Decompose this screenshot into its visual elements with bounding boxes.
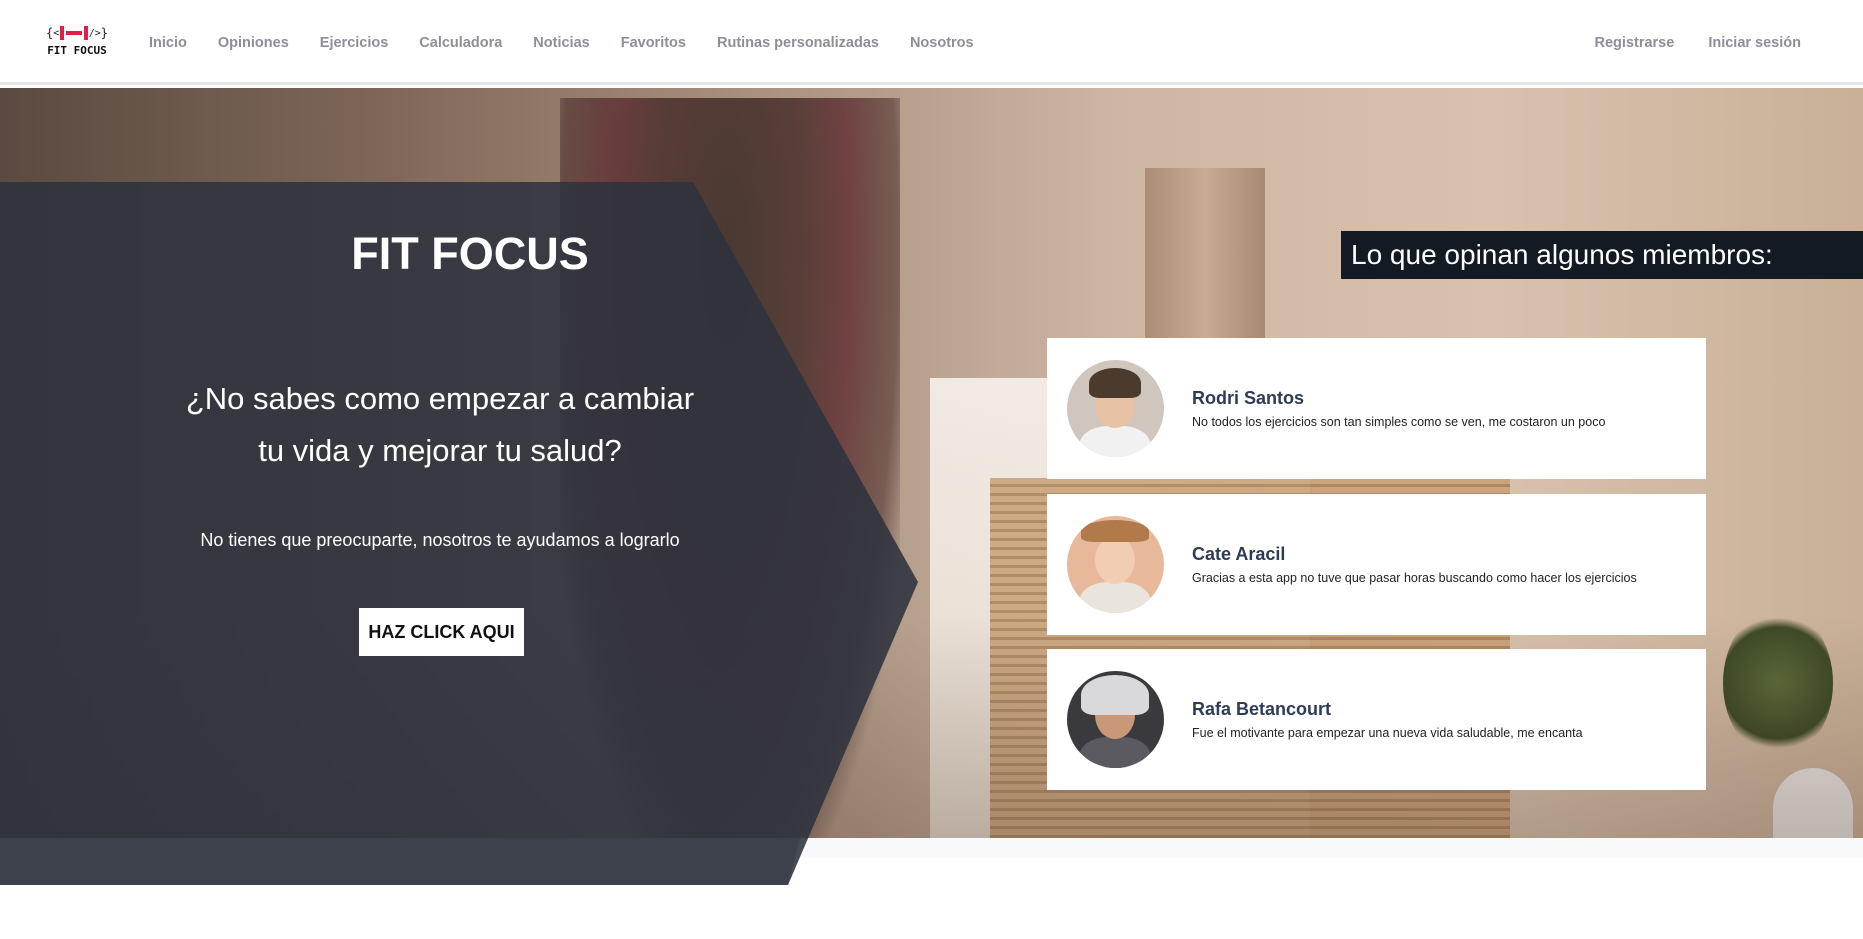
hero-title: FIT FOCUS (351, 228, 589, 279)
reviewer-name: Cate Aracil (1192, 544, 1286, 564)
auth-nav: Registrarse Iniciar sesión (1561, 0, 1801, 85)
hero-dark-footer (0, 838, 800, 885)
nav-inicio[interactable]: Inicio (149, 35, 187, 51)
nav-favoritos[interactable]: Favoritos (621, 35, 686, 51)
login-link[interactable]: Iniciar sesión (1708, 35, 1801, 51)
avatar (1067, 671, 1164, 768)
avatar (1067, 516, 1164, 613)
main-nav: Inicio Opiniones Ejercicios Calculadora … (149, 0, 1005, 85)
hero-question-line2: tu vida y mejorar tu salud? (258, 433, 622, 468)
review-text: Rafa Betancourt Fue el motivante para em… (1192, 699, 1583, 740)
reviewer-name: Rafa Betancourt (1192, 699, 1332, 719)
hero-question: ¿No sabes como empezar a cambiar tu vida… (140, 373, 740, 477)
opinions-title: Lo que opinan algunos miembros: (1341, 231, 1863, 279)
review-comment: Gracias a esta app no tuve que pasar hor… (1192, 571, 1637, 585)
logo-text: FIT FOCUS (47, 44, 107, 57)
nav-calculadora[interactable]: Calculadora (419, 35, 502, 51)
nav-opiniones[interactable]: Opiniones (218, 35, 289, 51)
reviewer-name: Rodri Santos (1192, 388, 1305, 408)
hero-question-line1: ¿No sabes como empezar a cambiar (185, 381, 695, 416)
cta-button[interactable]: HAZ CLICK AQUI (359, 608, 524, 656)
review-card: Cate Aracil Gracias a esta app no tuve q… (1047, 494, 1706, 635)
nav-rutinas-personalizadas[interactable]: Rutinas personalizadas (717, 35, 879, 51)
review-card: Rafa Betancourt Fue el motivante para em… (1047, 649, 1706, 790)
review-text: Rodri Santos No todos los ejercicios son… (1192, 388, 1605, 429)
review-comment: No todos los ejercicios son tan simples … (1192, 415, 1606, 429)
review-text: Cate Aracil Gracias a esta app no tuve q… (1192, 544, 1637, 585)
hero-subtitle: No tienes que preocuparte, nosotros te a… (200, 530, 680, 550)
register-link[interactable]: Registrarse (1595, 35, 1675, 51)
avatar (1067, 360, 1164, 457)
brand-logo[interactable]: {< />} FIT FOCUS (46, 22, 108, 64)
review-card: Rodri Santos No todos los ejercicios son… (1047, 338, 1706, 479)
nav-noticias[interactable]: Noticias (533, 35, 589, 51)
navbar: {< />} FIT FOCUS Inicio Opiniones Ejerci… (0, 0, 1863, 85)
dumbbell-icon: {< />} (46, 26, 108, 40)
nav-nosotros[interactable]: Nosotros (910, 35, 974, 51)
nav-ejercicios[interactable]: Ejercicios (320, 35, 389, 51)
review-comment: Fue el motivante para empezar una nueva … (1192, 726, 1583, 740)
